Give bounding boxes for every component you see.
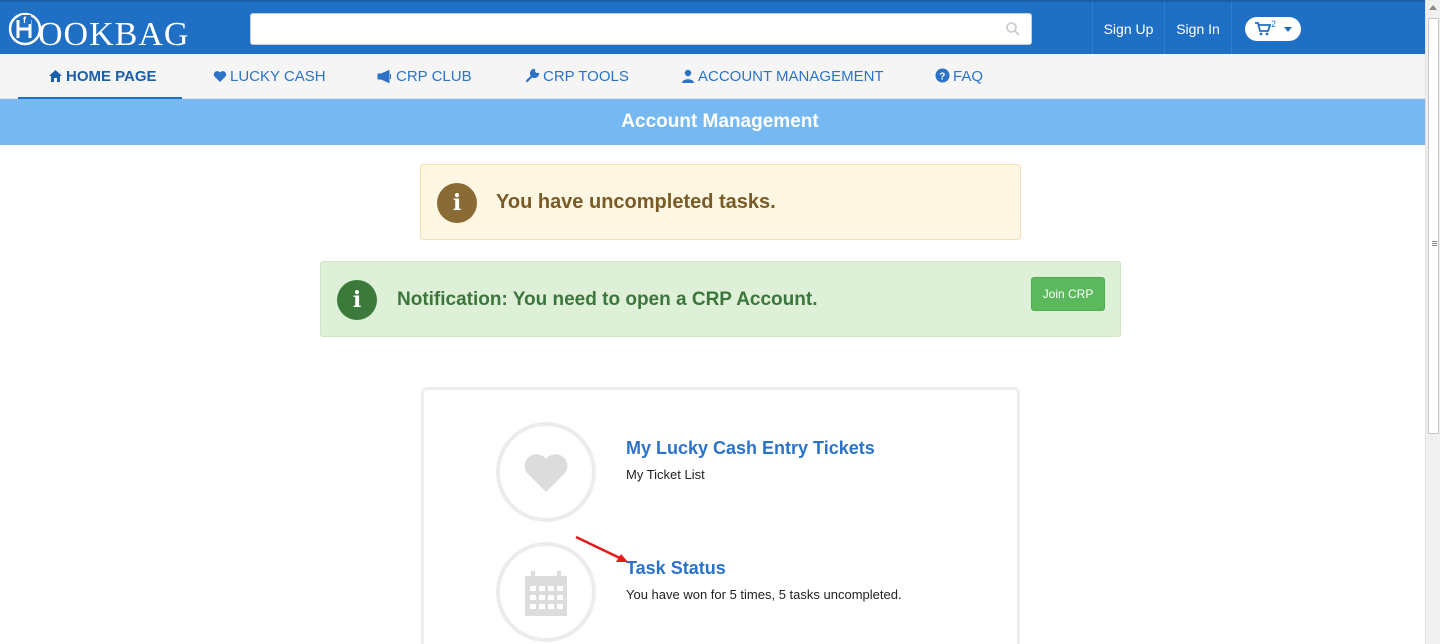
wrench-icon (525, 68, 540, 83)
page-title: Account Management (621, 111, 819, 132)
vertical-scrollbar[interactable] (1425, 0, 1440, 644)
lucky-cash-icon-circle[interactable] (496, 422, 596, 522)
heart-icon (524, 454, 568, 492)
nav-label: HOME PAGE (66, 68, 157, 85)
nav-label: CRP TOOLS (543, 68, 629, 85)
lucky-cash-tickets-link[interactable]: My Lucky Cash Entry Tickets (626, 438, 875, 459)
notification-text: Notification: You need to open a CRP Acc… (397, 289, 818, 310)
cart-icon (1255, 22, 1271, 36)
nav-item-crp-club[interactable]: CRP CLUB (377, 54, 472, 99)
question-circle-icon: ? (935, 68, 950, 83)
user-icon (682, 69, 694, 83)
logo[interactable]: f OOKBAG (8, 10, 208, 53)
nav-label: FAQ (953, 68, 984, 85)
nav-item-home[interactable]: HOME PAGE (48, 54, 157, 99)
scroll-up-arrow-icon[interactable] (1429, 5, 1437, 10)
nav-label: LUCKY CASH (230, 68, 326, 85)
search-icon[interactable] (1005, 21, 1021, 37)
task-status-link[interactable]: Task Status (626, 558, 726, 579)
logo-text: OOKBAG (38, 16, 190, 53)
join-crp-button[interactable]: Join CRP (1031, 277, 1105, 311)
main-nav: HOME PAGE LUCKY CASH CRP CLUB CRP TOOLS … (0, 54, 1425, 99)
nav-item-account-management[interactable]: ACCOUNT MANAGEMENT (681, 54, 884, 99)
sign-in-link[interactable]: Sign In (1164, 2, 1232, 56)
nav-item-crp-tools[interactable]: CRP TOOLS (525, 54, 629, 99)
cart-dropdown[interactable]: 2 (1245, 17, 1301, 41)
sign-up-link[interactable]: Sign Up (1092, 2, 1164, 56)
page-header-band: Account Management (0, 99, 1425, 145)
svg-text:?: ? (939, 72, 945, 83)
search-box[interactable] (250, 13, 1032, 45)
info-icon: i (437, 183, 477, 223)
task-status-subtitle: You have won for 5 times, 5 tasks uncomp… (626, 587, 902, 602)
lucky-cash-tickets-subtitle: My Ticket List (626, 467, 705, 482)
warning-text: You have uncompleted tasks. (496, 191, 776, 213)
nav-item-faq[interactable]: ? FAQ (935, 54, 983, 99)
home-icon (49, 70, 62, 82)
scrollbar-thumb[interactable] (1428, 18, 1439, 434)
nav-item-lucky-cash[interactable]: LUCKY CASH (213, 54, 326, 99)
crp-notification-alert: i Notification: You need to open a CRP A… (320, 261, 1121, 337)
grip-icon (1432, 241, 1437, 242)
nav-label: ACCOUNT MANAGEMENT (698, 68, 884, 85)
top-bar: f OOKBAG Sign Up Sign In 2 (0, 0, 1425, 56)
account-panel: My Lucky Cash Entry Tickets My Ticket Li… (421, 387, 1020, 644)
logo-badge-icon: f (8, 12, 42, 46)
info-icon: i (337, 280, 377, 320)
heart-icon (213, 71, 227, 82)
page: f OOKBAG Sign Up Sign In 2 HOME PAGE LUC… (0, 0, 1440, 644)
nav-label: CRP CLUB (396, 68, 472, 85)
red-arrow-annotation (575, 535, 628, 562)
uncompleted-tasks-alert: i You have uncompleted tasks. (420, 164, 1021, 240)
chevron-down-icon (1284, 27, 1292, 32)
cart-count-badge: 2 (1271, 19, 1277, 29)
megaphone-icon (377, 69, 391, 84)
search-input[interactable] (251, 14, 991, 44)
